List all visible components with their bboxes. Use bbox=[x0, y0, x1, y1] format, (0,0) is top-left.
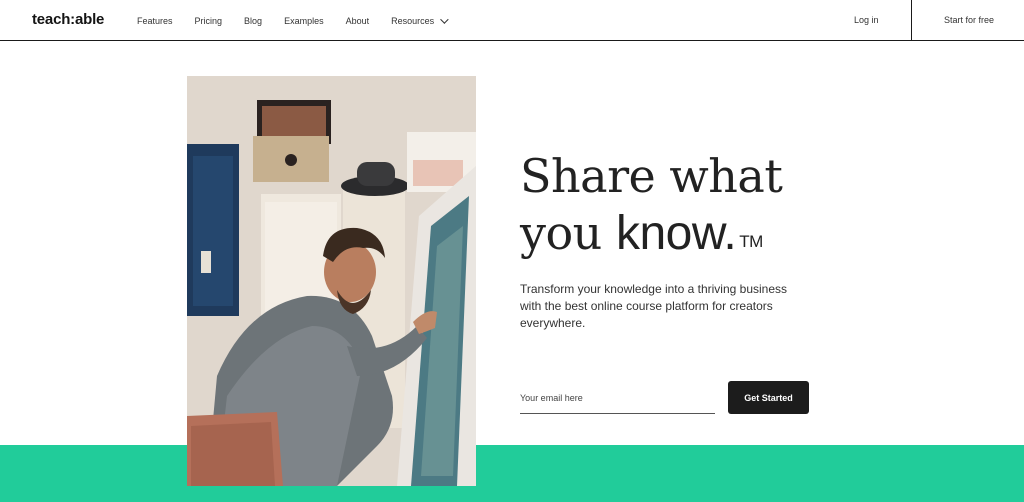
headline-you: you bbox=[520, 206, 616, 260]
hero-headline: Share what you know. TM bbox=[520, 148, 820, 262]
headline-know: know. bbox=[615, 207, 737, 260]
chevron-down-icon bbox=[440, 14, 449, 24]
nav-features-label: Features bbox=[137, 15, 173, 26]
hero-subtext: Transform your knowledge into a thriving… bbox=[520, 282, 788, 330]
start-for-free-link[interactable]: Start for free bbox=[944, 15, 994, 25]
hero-image-artist-painting bbox=[187, 76, 476, 486]
teachable-logo[interactable]: teach:able bbox=[32, 11, 104, 28]
header-divider bbox=[911, 0, 912, 41]
email-field-wrapper bbox=[520, 386, 715, 414]
nav-blog[interactable]: Blog bbox=[244, 16, 262, 26]
trademark-symbol: TM bbox=[739, 232, 763, 251]
nav-blog-label: Blog bbox=[244, 15, 263, 26]
login-link[interactable]: Log in bbox=[854, 15, 879, 25]
headline-line-2: you know. TM bbox=[520, 205, 820, 262]
site-header: teach:able Features Pricing Blog Example… bbox=[0, 0, 1024, 41]
nav-about[interactable]: About bbox=[346, 16, 370, 26]
headline-line-1: Share what bbox=[520, 149, 783, 203]
nav-pricing-label: Pricing bbox=[194, 15, 223, 26]
nav-examples-label: Examples bbox=[284, 15, 324, 26]
email-input[interactable] bbox=[520, 386, 715, 410]
nav-features[interactable]: Features bbox=[137, 16, 173, 26]
get-started-button[interactable]: Get Started bbox=[728, 381, 809, 414]
nav-resources[interactable]: Resources bbox=[391, 14, 449, 26]
nav-resources-label: Resources bbox=[391, 15, 435, 26]
nav-examples[interactable]: Examples bbox=[284, 16, 324, 26]
green-accent-band bbox=[0, 445, 1024, 502]
nav-about-label: About bbox=[345, 15, 370, 26]
nav-pricing[interactable]: Pricing bbox=[195, 16, 223, 26]
main-nav: Features Pricing Blog Examples About Res… bbox=[137, 0, 468, 41]
